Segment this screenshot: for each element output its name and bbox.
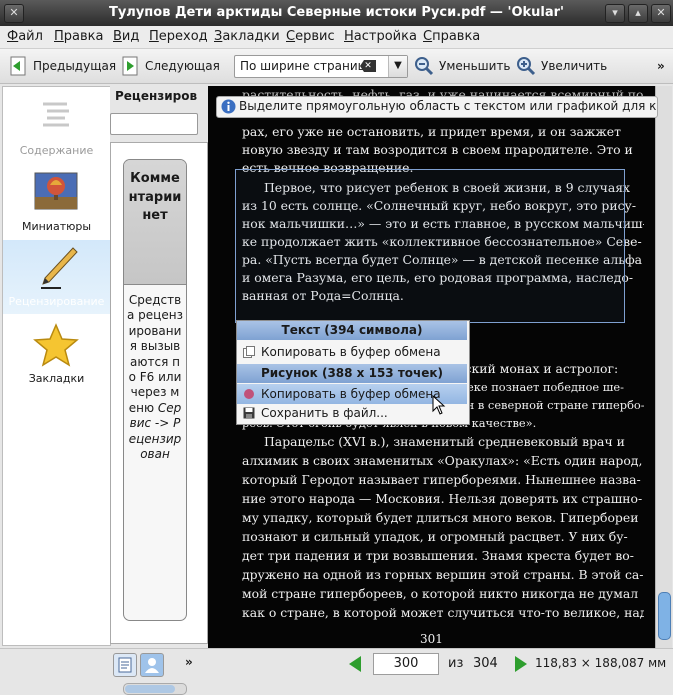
- close-button[interactable]: ✕: [651, 4, 671, 23]
- previous-page-label: Предыдущая: [33, 59, 117, 73]
- page-line: алхимик в своих знаменитых «Оракулах»: «…: [242, 453, 643, 468]
- next-page-icon: [120, 56, 140, 76]
- show-bottom-bar-button[interactable]: [140, 653, 164, 677]
- chevron-down-icon[interactable]: ▼: [388, 56, 407, 77]
- menu-bookmarks[interactable]: Закладки: [214, 29, 280, 44]
- page-line: ние этого народа — Московия. Нельзя дове…: [242, 491, 643, 506]
- sidebar-item-review[interactable]: Рецензирование: [3, 240, 110, 314]
- note-body: Средства рецензирования вызываются по F6…: [127, 293, 183, 462]
- next-page-arrow-icon[interactable]: [513, 654, 529, 674]
- previous-page-button[interactable]: Предыдущая: [8, 53, 116, 79]
- window-title: Тулупов Дети арктиды Северные истоки Рус…: [108, 5, 565, 20]
- menu-help[interactable]: Справка: [423, 29, 480, 44]
- zoom-mode-select[interactable]: По ширине страницы ✕ ▼: [234, 55, 408, 78]
- page-line: дружено на одной из горных вершин этой с…: [242, 567, 644, 582]
- minimize-button[interactable]: ▾: [605, 4, 625, 23]
- bottom-bar: » 300 из 304 118,83 × 188,087 мм: [0, 648, 673, 681]
- next-page-button[interactable]: Следующая: [120, 53, 220, 79]
- menu-settings[interactable]: Настройка: [344, 29, 417, 44]
- toolbar: Предыдущая Следующая По ширине страницы …: [0, 49, 673, 84]
- zoom-mode-value: По ширине страницы: [240, 59, 376, 73]
- menu-tools[interactable]: Сервис: [286, 29, 335, 44]
- review-panel: Рецензиров Комментарии нет Средства реце…: [110, 86, 208, 695]
- note-body-text: Средства рецензирования вызываются по F6…: [127, 293, 183, 415]
- pencil-icon: [41, 247, 78, 289]
- review-note: Комментарии нет Средства рецензирования …: [123, 159, 187, 621]
- page-size-label: 118,83 × 188,087 мм: [535, 656, 667, 670]
- selection-rectangle[interactable]: [235, 169, 625, 323]
- title-bar: ✕ Тулупов Дети арктиды Северные истоки Р…: [0, 0, 673, 26]
- note-title-box: Комментарии нет: [124, 160, 186, 285]
- menu-go[interactable]: Переход: [149, 29, 208, 44]
- current-page-input[interactable]: 300: [373, 653, 439, 675]
- star-icon: [33, 323, 79, 367]
- zoom-in-button[interactable]: Увеличить: [516, 53, 607, 79]
- image-section-header: Рисунок (388 x 153 точек): [237, 364, 467, 383]
- page-line: му упадку, который будет длиться много в…: [242, 510, 639, 525]
- thumbnails-icon: [34, 172, 78, 210]
- page-line: как о стране, в которой может случиться …: [242, 605, 644, 620]
- mouse-cursor-icon: [432, 395, 446, 415]
- zoom-in-label: Увеличить: [541, 59, 608, 73]
- page-line: Парацельс (XVI в.), знаменитый средневек…: [264, 434, 625, 449]
- page-line: познают и сильный упадок, и огромный рас…: [242, 529, 628, 544]
- review-panel-header: Рецензиров: [115, 89, 198, 103]
- page-line: дет три падения и три возвышения. Знамя …: [242, 548, 634, 563]
- info-message: Выделите прямоугольную область с текстом…: [216, 96, 658, 118]
- zoom-out-button[interactable]: Уменьшить: [414, 53, 511, 79]
- show-sidebar-button[interactable]: [113, 653, 137, 677]
- next-page-label: Следующая: [145, 59, 220, 73]
- sidebar-item-bookmarks[interactable]: Закладки: [3, 317, 110, 391]
- page-line: рах, его уже не остановить, и придет вре…: [242, 124, 621, 139]
- save-icon: [243, 407, 255, 419]
- document-vertical-scrollbar[interactable]: [655, 86, 672, 648]
- of-label: из: [448, 656, 464, 671]
- contents-icon: [43, 102, 69, 127]
- menu-item-label: Сохранить в файл...: [261, 406, 388, 420]
- page-line: который Геродот называет гипербореями. Н…: [242, 472, 641, 487]
- menu-view[interactable]: Вид: [113, 29, 139, 44]
- copy-image-icon: [244, 389, 254, 399]
- sidebar-item-contents[interactable]: Содержание: [3, 89, 110, 163]
- text-section-header: Текст (394 символа): [237, 321, 467, 340]
- info-icon: [221, 99, 236, 114]
- sidebar: Содержание Миниатюры Рецензирование Закл…: [2, 86, 111, 646]
- maximize-button[interactable]: ▴: [628, 4, 648, 23]
- review-list[interactable]: Комментарии нет Средства рецензирования …: [110, 142, 208, 695]
- copy-text-menu-item[interactable]: Копировать в буфер обмена: [237, 342, 467, 362]
- menu-bar: Файл Правка Вид Переход Закладки Сервис …: [0, 26, 673, 49]
- zoom-out-label: Уменьшить: [439, 59, 511, 73]
- menu-file[interactable]: Файл: [7, 29, 43, 44]
- menu-item-label: Копировать в буфер обмена: [261, 345, 441, 359]
- page-number-label: 301: [420, 632, 443, 646]
- sidebar-item-label: Рецензирование: [8, 295, 105, 308]
- scrollbar-thumb[interactable]: [125, 685, 175, 693]
- page-line: мой стране гипербореев, о которой никто …: [242, 586, 639, 601]
- menu-item-label: Копировать в буфер обмена: [261, 387, 441, 401]
- bottombar-overflow-button[interactable]: »: [185, 655, 193, 669]
- total-pages: 304: [473, 656, 498, 671]
- sidebar-item-label: Содержание: [19, 144, 94, 157]
- user-icon: [145, 658, 159, 673]
- previous-page-arrow-icon[interactable]: [347, 654, 363, 674]
- page-line: новую звезду и там возродится в своем пр…: [242, 142, 633, 157]
- sidebar-toggle-icon: [118, 657, 132, 673]
- copy-icon: [243, 346, 255, 358]
- scrollbar-thumb[interactable]: [658, 592, 671, 640]
- previous-page-icon: [8, 56, 28, 76]
- menu-edit[interactable]: Правка: [54, 29, 103, 44]
- zoom-out-icon: [414, 56, 434, 76]
- zoom-in-icon: [516, 56, 536, 76]
- toolbar-overflow-button[interactable]: »: [657, 53, 665, 79]
- sidebar-item-thumbnails[interactable]: Миниатюры: [3, 165, 110, 239]
- sidebar-item-label: Миниатюры: [21, 220, 92, 233]
- sidebar-item-label: Закладки: [28, 372, 85, 385]
- review-search-input[interactable]: [110, 113, 198, 135]
- note-title: Комментарии нет: [128, 171, 182, 223]
- info-message-text: Выделите прямоугольную область с текстом…: [239, 99, 657, 113]
- review-horizontal-scrollbar[interactable]: [123, 683, 187, 695]
